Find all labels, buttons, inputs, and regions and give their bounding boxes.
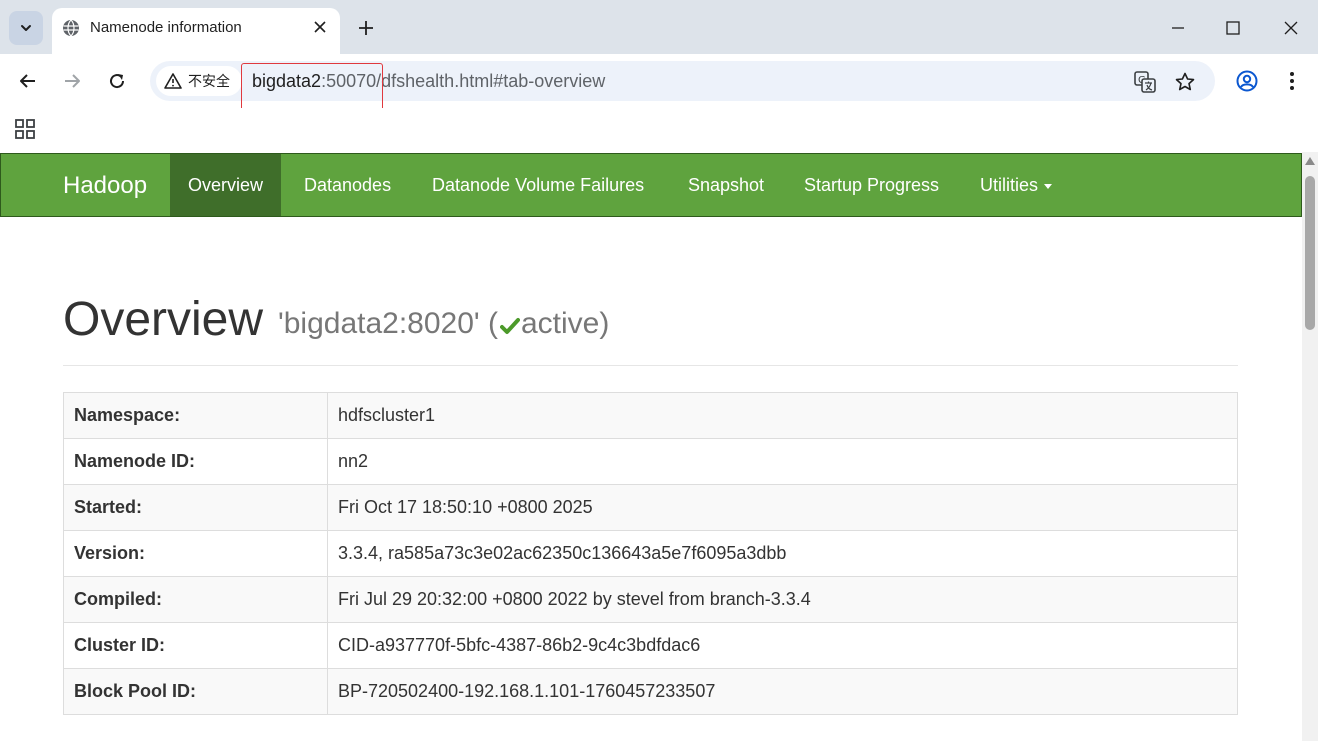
row-value: nn2 xyxy=(327,438,1238,485)
security-label: 不安全 xyxy=(188,74,230,90)
url-path: /dfshealth.html#tab-overview xyxy=(376,71,606,91)
row-value: CID-a937770f-5bfc-4387-86b2-9c4c3bdfdac6 xyxy=(327,622,1238,669)
row-key: Version: xyxy=(63,530,328,577)
reload-icon xyxy=(110,74,125,89)
row-key: Started: xyxy=(63,484,328,531)
nav-startup-progress[interactable]: Startup Progress xyxy=(786,154,957,216)
tab-title: Namenode information xyxy=(90,19,242,36)
row-value: 3.3.4, ra585a73c3e02ac62350c136643a5e7f6… xyxy=(327,530,1238,577)
namenode-address: 'bigdata2:8020' xyxy=(278,307,480,340)
minimize-icon xyxy=(1172,27,1184,29)
nav-snapshot[interactable]: Snapshot xyxy=(670,154,782,216)
table-row: Started: Fri Oct 17 18:50:10 +0800 2025 xyxy=(63,484,1238,531)
hadoop-navbar: Hadoop Overview Datanodes Datanode Volum… xyxy=(0,153,1302,217)
row-key: Cluster ID: xyxy=(63,622,328,669)
scroll-up-arrow-icon[interactable] xyxy=(1305,157,1315,165)
maximize-button[interactable] xyxy=(1217,12,1249,44)
row-value: BP-720502400-192.168.1.101-1760457233507 xyxy=(327,668,1238,715)
vertical-scrollbar[interactable] xyxy=(1302,152,1318,741)
address-bar[interactable]: 不安全 bigdata2:50070/dfshealth.html#tab-ov… xyxy=(150,61,1215,111)
forward-arrow-icon xyxy=(65,74,80,88)
page-title: Overview xyxy=(63,293,264,346)
bookmarks-bar xyxy=(0,108,1318,152)
overview-header: Overview 'bigdata2:8020' ( active) xyxy=(63,292,1238,366)
minimize-button[interactable] xyxy=(1162,12,1194,44)
row-key: Namespace: xyxy=(63,392,328,439)
nav-utilities[interactable]: Utilities xyxy=(962,154,1070,216)
table-row: Namenode ID: nn2 xyxy=(63,438,1238,485)
table-row: Cluster ID: CID-a937770f-5bfc-4387-86b2-9… xyxy=(63,622,1238,669)
profile-button[interactable] xyxy=(1231,65,1263,97)
navbar-brand[interactable]: Hadoop xyxy=(63,172,147,200)
maximize-icon xyxy=(1226,21,1240,35)
back-button[interactable] xyxy=(12,65,44,97)
table-row: Namespace: hdfscluster1 xyxy=(63,392,1238,439)
row-value: Fri Oct 17 18:50:10 +0800 2025 xyxy=(327,484,1238,531)
tab-search-button[interactable] xyxy=(9,11,43,45)
bookmark-star-icon[interactable] xyxy=(1172,69,1198,95)
table-row: Block Pool ID: BP-720502400-192.168.1.101… xyxy=(63,668,1238,715)
browser-toolbar: 不安全 bigdata2:50070/dfshealth.html#tab-ov… xyxy=(0,54,1318,111)
row-key: Namenode ID: xyxy=(63,438,328,485)
close-paren: ) xyxy=(599,307,610,340)
new-tab-button[interactable] xyxy=(352,14,380,42)
page-viewport: Hadoop Overview Datanodes Datanode Volum… xyxy=(0,152,1318,741)
check-icon xyxy=(499,318,520,334)
row-value: hdfscluster1 xyxy=(327,392,1238,439)
plus-icon xyxy=(359,21,373,35)
nav-overview[interactable]: Overview xyxy=(170,154,282,216)
url-annotation-box xyxy=(241,63,383,111)
profile-icon xyxy=(1236,70,1258,92)
forward-button[interactable] xyxy=(56,65,88,97)
browser-menu-button[interactable] xyxy=(1276,65,1308,97)
nav-datanode-volume-failures[interactable]: Datanode Volume Failures xyxy=(414,154,662,216)
open-paren: ( xyxy=(487,307,498,340)
row-key: Compiled: xyxy=(63,576,328,623)
row-value: Fri Jul 29 20:32:00 +0800 2022 by stevel… xyxy=(327,576,1238,623)
warning-icon xyxy=(164,73,182,89)
back-arrow-icon xyxy=(20,74,35,88)
overview-table: Namespace: hdfscluster1 Namenode ID: nn2 S… xyxy=(63,392,1238,715)
caret-down-icon xyxy=(1044,183,1053,189)
close-icon xyxy=(1284,21,1298,35)
close-window-button[interactable] xyxy=(1275,12,1307,44)
nav-utilities-label: Utilities xyxy=(980,175,1039,195)
namenode-address-status: 'bigdata2:8020' ( active) xyxy=(278,306,609,342)
apps-grid-icon[interactable] xyxy=(14,118,36,140)
table-row: Compiled: Fri Jul 29 20:32:00 +0800 2022 … xyxy=(63,576,1238,623)
nav-datanodes[interactable]: Datanodes xyxy=(286,154,409,216)
site-security-chip[interactable]: 不安全 xyxy=(156,66,242,96)
reload-button[interactable] xyxy=(101,65,133,97)
browser-tab[interactable]: Namenode information xyxy=(52,8,340,54)
tab-strip: Namenode information xyxy=(0,0,1318,54)
chevron-down-icon xyxy=(21,25,31,31)
globe-icon xyxy=(63,19,79,37)
namenode-state: active xyxy=(520,307,600,340)
table-row: Version: 3.3.4, ra585a73c3e02ac62350c1366… xyxy=(63,530,1238,577)
translate-icon[interactable]: G xyxy=(1132,69,1158,95)
row-key: Block Pool ID: xyxy=(63,668,328,715)
close-tab-icon[interactable] xyxy=(310,17,330,37)
scrollbar-thumb[interactable] xyxy=(1305,176,1315,330)
more-vertical-icon xyxy=(1290,72,1294,90)
